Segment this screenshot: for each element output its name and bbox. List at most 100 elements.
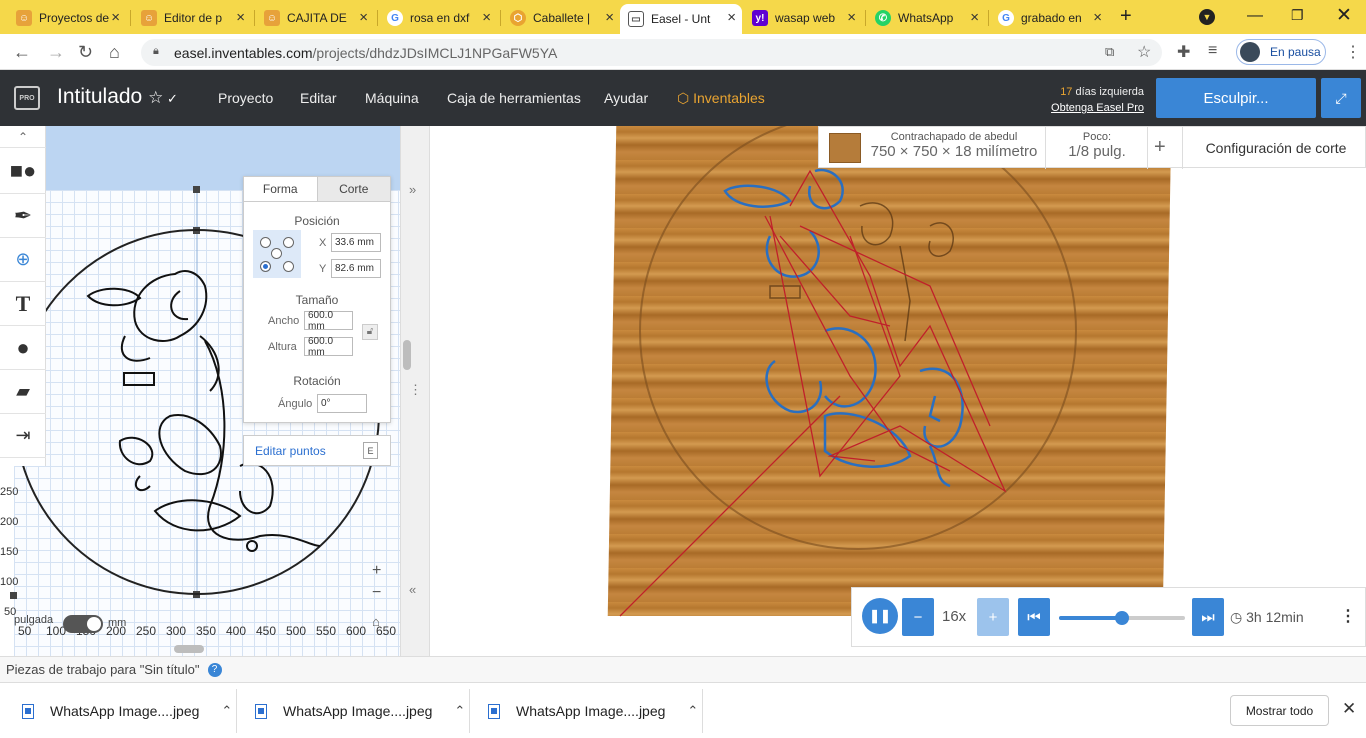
restore-icon[interactable]: ❐ xyxy=(1291,7,1304,24)
workpieces-label[interactable]: Piezas de trabajo para "Sin título" xyxy=(6,662,200,677)
lock-aspect-icon[interactable]: 🔓︎ xyxy=(362,324,378,340)
download-item[interactable]: WhatsApp Image....jpeg ⌃ xyxy=(22,683,232,738)
close-icon[interactable]: × xyxy=(727,9,736,26)
close-icon[interactable]: × xyxy=(605,9,614,26)
pen-icon[interactable]: ✒ xyxy=(0,194,46,238)
menu-caja-herramientas[interactable]: Caja de herramientas xyxy=(447,90,581,106)
drag-handle-icon[interactable]: ⋮ xyxy=(409,382,422,398)
close-icon[interactable]: × xyxy=(359,9,368,26)
shapes-icon[interactable]: ■● xyxy=(0,148,46,194)
browser-tab-active[interactable]: ▭ Easel - Unt × xyxy=(620,4,742,34)
browser-tab[interactable]: ✆ WhatsApp × xyxy=(867,4,985,32)
skip-to-start-icon[interactable]: ⏮ xyxy=(1018,598,1050,636)
playback-progress-slider[interactable] xyxy=(1059,611,1185,625)
parts-library-icon[interactable]: ▰ xyxy=(0,370,46,414)
bit-selector[interactable]: Poco: 1/8 pulg. xyxy=(1047,131,1147,160)
chevron-down-icon[interactable]: ✓ xyxy=(163,91,178,106)
favorite-star-icon[interactable]: ☆ xyxy=(148,88,163,107)
project-title[interactable]: Intitulado ☆ ✓ xyxy=(57,85,178,109)
height-input[interactable]: 600.0 mm xyxy=(304,336,353,358)
zoom-out-icon[interactable]: − xyxy=(372,584,381,602)
text-icon[interactable]: T xyxy=(0,282,46,326)
back-icon[interactable]: ← xyxy=(13,42,31,63)
close-window-icon[interactable]: ✕ xyxy=(1336,4,1352,27)
carve-button[interactable]: Esculpir... xyxy=(1156,78,1316,118)
skip-to-end-icon[interactable]: ⏭ xyxy=(1192,598,1224,636)
target-icon[interactable]: ⊕ xyxy=(0,238,46,282)
tab-cut[interactable]: Corte xyxy=(317,177,390,201)
media-control-icon[interactable]: ≡ xyxy=(1208,42,1217,60)
close-icon[interactable]: × xyxy=(111,9,120,26)
edit-points-button[interactable]: Editar puntos E xyxy=(243,435,391,466)
extensions-icon[interactable]: ✚ xyxy=(1177,42,1190,62)
horizontal-scrollbar[interactable] xyxy=(174,645,204,653)
vertical-scrollbar[interactable] xyxy=(403,340,411,370)
pause-icon[interactable]: ❚❚ xyxy=(862,598,898,634)
close-icon[interactable]: × xyxy=(236,9,245,26)
home-icon[interactable]: ⌂ xyxy=(109,42,120,63)
bookmark-star-icon[interactable]: ☆ xyxy=(1137,42,1151,62)
browser-tab[interactable]: G rosa en dxf × xyxy=(379,4,497,32)
browser-tab[interactable]: ☺ Proyectos de × xyxy=(8,4,126,32)
tab-search-icon[interactable]: ▼ xyxy=(1199,9,1215,25)
menu-ayudar[interactable]: Ayudar xyxy=(604,90,648,106)
speed-up-button[interactable]: + xyxy=(977,598,1009,636)
reload-icon[interactable]: ↻ xyxy=(78,42,93,63)
progress-handle[interactable] xyxy=(1115,611,1129,625)
translate-icon[interactable]: ⧉ xyxy=(1105,44,1114,60)
chevron-up-icon[interactable]: ⌃ xyxy=(687,703,698,719)
width-input[interactable]: 600.0 mm xyxy=(304,310,353,332)
expand-right-icon[interactable]: » xyxy=(409,182,416,197)
close-icon[interactable]: × xyxy=(1093,9,1102,26)
get-pro-link[interactable]: Obtenga Easel Pro xyxy=(1051,102,1144,114)
close-icon[interactable]: × xyxy=(970,9,979,26)
anchor-selector[interactable] xyxy=(253,230,301,278)
panel-splitter[interactable]: » ⋮ « xyxy=(400,126,430,656)
chevron-up-icon[interactable]: ⌃ xyxy=(454,703,465,719)
forward-icon[interactable]: → xyxy=(47,42,65,63)
show-all-downloads-button[interactable]: Mostrar todo xyxy=(1230,695,1329,726)
carve-preview[interactable] xyxy=(430,126,1366,656)
download-item[interactable]: WhatsApp Image....jpeg ⌃ xyxy=(255,683,465,738)
y-position-input[interactable]: 82.6 mm xyxy=(331,259,381,278)
browser-tab[interactable]: ☺ Editor de p × xyxy=(133,4,251,32)
workpieces-bar[interactable]: Piezas de trabajo para "Sin título" ? xyxy=(0,656,1366,682)
x-position-input[interactable]: 33.6 mm xyxy=(331,233,381,252)
slow-down-button[interactable]: − xyxy=(902,598,934,636)
material-swatch[interactable] xyxy=(829,133,861,163)
angle-input[interactable]: 0° xyxy=(317,394,367,413)
menu-maquina[interactable]: Máquina xyxy=(365,90,419,106)
minimize-icon[interactable]: — xyxy=(1247,7,1263,25)
expand-preview-icon[interactable]: ⤢ xyxy=(1321,78,1361,118)
zoom-in-icon[interactable]: + xyxy=(372,562,381,580)
home-view-icon[interactable]: ⌂ xyxy=(372,614,380,629)
anchor-top-left[interactable] xyxy=(260,237,271,248)
collapse-left-icon[interactable]: « xyxy=(409,582,416,597)
collapse-tools-icon[interactable]: ⌃ xyxy=(0,126,46,148)
browser-menu-icon[interactable]: ⋮ xyxy=(1345,42,1361,62)
profile-button[interactable]: En pausa xyxy=(1236,39,1326,65)
cut-settings-button[interactable]: Configuración de corte xyxy=(1185,140,1366,156)
close-downloads-icon[interactable]: ✕ xyxy=(1342,699,1356,719)
unit-toggle-switch[interactable] xyxy=(63,615,103,633)
help-icon[interactable]: ? xyxy=(207,662,222,677)
address-bar[interactable]: 🔒︎ easel.inventables.com/projects/dhdzJD… xyxy=(141,39,1162,66)
close-icon[interactable]: × xyxy=(482,9,491,26)
chevron-up-icon[interactable]: ⌃ xyxy=(221,703,232,719)
close-icon[interactable]: × xyxy=(847,9,856,26)
anchor-bottom-right[interactable] xyxy=(283,261,294,272)
menu-editar[interactable]: Editar xyxy=(300,90,337,106)
tab-shape[interactable]: Forma xyxy=(244,177,318,201)
easel-pro-logo[interactable]: PRO xyxy=(14,86,40,110)
add-bit-button[interactable]: + xyxy=(1154,136,1166,159)
browser-tab[interactable]: ⬡ Caballete | × xyxy=(502,4,620,32)
new-tab-button[interactable]: + xyxy=(1120,5,1132,28)
menu-proyecto[interactable]: Proyecto xyxy=(218,90,273,106)
anchor-bottom-left[interactable] xyxy=(260,261,271,272)
more-options-icon[interactable]: ⋮ xyxy=(1340,606,1356,626)
browser-tab[interactable]: ☺ CAJITA DE × xyxy=(256,4,374,32)
material-selector[interactable]: Contrachapado de abedul 750 × 750 × 18 m… xyxy=(869,131,1039,160)
download-item[interactable]: WhatsApp Image....jpeg ⌃ xyxy=(488,683,698,738)
anchor-top-right[interactable] xyxy=(283,237,294,248)
anchor-center[interactable] xyxy=(271,248,282,259)
